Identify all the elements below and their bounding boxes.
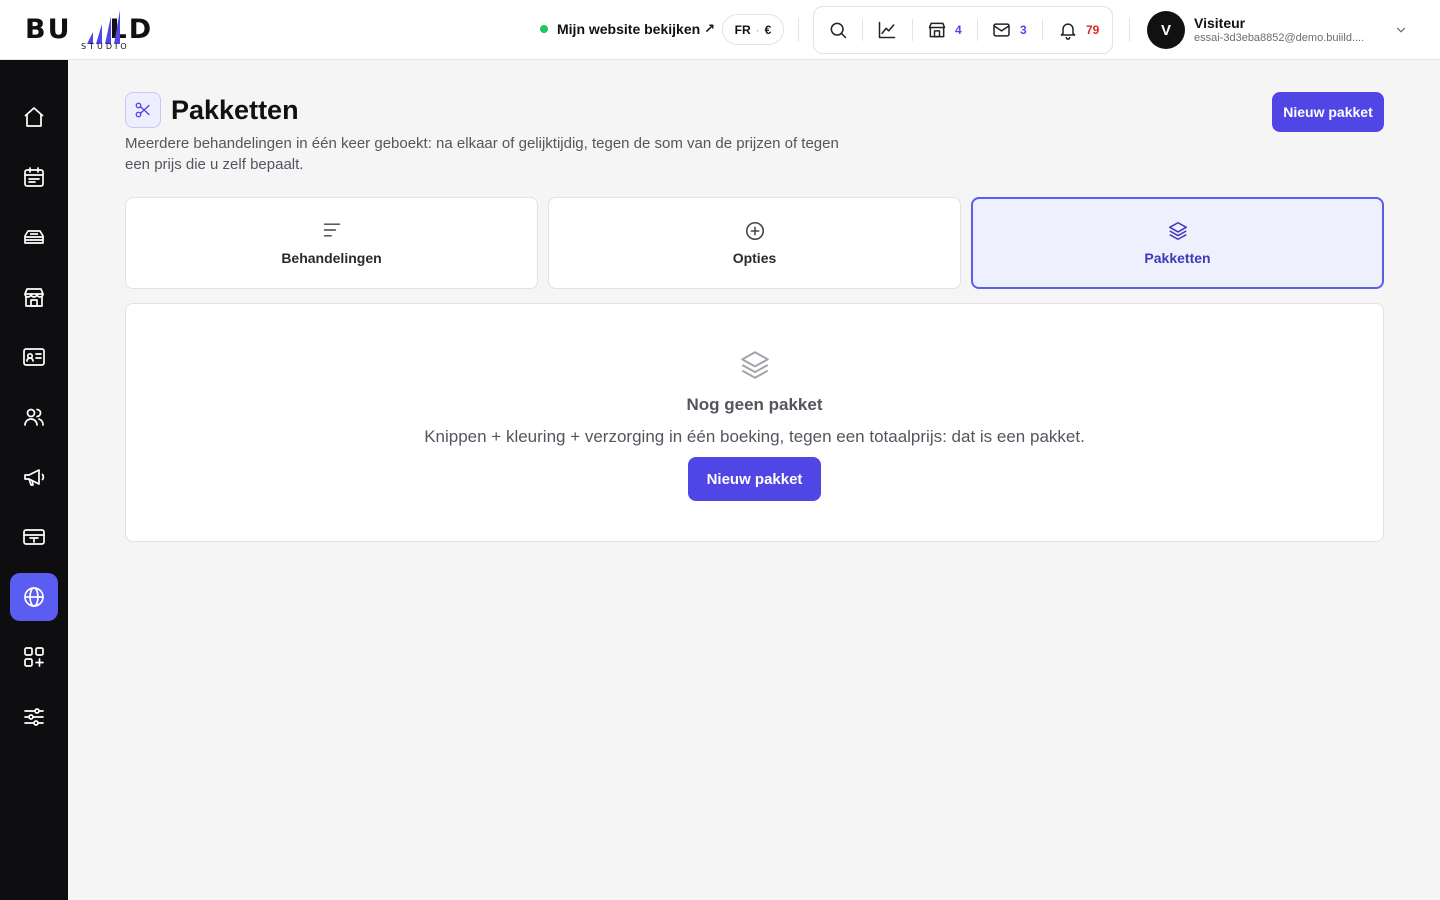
tab-opties[interactable]: Opties	[548, 197, 961, 289]
tab-pakketten[interactable]: Pakketten	[971, 197, 1384, 289]
list-icon	[323, 223, 340, 237]
chevron-down-icon[interactable]	[1394, 23, 1408, 37]
sidebar-item-marketing[interactable]	[10, 453, 58, 501]
notification-count-badge: 79	[1086, 23, 1100, 37]
messages-button[interactable]: 3	[991, 7, 1027, 53]
tab-behandelingen[interactable]: Behandelingen	[125, 197, 538, 289]
divider	[1129, 18, 1130, 42]
new-package-button[interactable]: Nieuw pakket	[1272, 92, 1384, 132]
sidebar-item-calendar[interactable]	[10, 153, 58, 201]
empty-state-text: Knippen + kleuring + verzorging in één b…	[424, 427, 1085, 446]
logo-bars-icon	[87, 10, 120, 44]
sidebar-item-treatments[interactable]	[10, 213, 58, 261]
search-icon	[830, 22, 847, 39]
page-description: Meerdere behandelingen in één keer geboe…	[125, 135, 839, 173]
layers-icon	[741, 351, 769, 379]
view-website-link[interactable]: Mijn website bekijken ↗	[540, 18, 715, 40]
top-bar: BU LD STUDIO Mijn website bekijken ↗ FR ·…	[0, 0, 1440, 60]
globe-icon	[24, 587, 44, 607]
scissors-icon	[125, 92, 161, 128]
sidebar-item-clients[interactable]	[10, 393, 58, 441]
user-name: Visiteur	[1194, 14, 1246, 31]
new-package-empty-button[interactable]: Nieuw pakket	[688, 457, 821, 501]
sidebar-item-settings[interactable]	[10, 693, 58, 741]
search-button[interactable]	[828, 7, 848, 53]
sliders-icon	[24, 708, 44, 726]
payment-terminal-icon	[23, 529, 45, 545]
shop-icon	[24, 288, 44, 307]
sidebar-item-apps[interactable]	[10, 633, 58, 681]
empty-state-title: Nog geen pakket	[686, 395, 823, 414]
sidebar-item-payments[interactable]	[10, 513, 58, 561]
layers-icon	[1168, 221, 1187, 241]
sidebar-item-contacts[interactable]	[10, 333, 58, 381]
site-status-dot	[540, 25, 548, 33]
user-menu[interactable]: V Visiteur essai-3d3eba8852@demo.buiild.…	[1147, 11, 1394, 49]
store-count-badge: 4	[955, 23, 962, 37]
treatments-icon	[24, 230, 44, 244]
stats-button[interactable]	[877, 7, 897, 53]
avatar: V	[1147, 11, 1185, 49]
sidebar	[0, 60, 68, 900]
bell-icon	[1060, 23, 1076, 40]
page-title: Pakketten	[171, 95, 299, 125]
mail-count-badge: 3	[1020, 23, 1027, 37]
empty-state: Nog geen pakket Knippen + kleuring + ver…	[125, 303, 1384, 542]
sidebar-item-home[interactable]	[10, 93, 58, 141]
brand-logo[interactable]: BU LD STUDIO	[25, 8, 185, 52]
store-icon	[928, 22, 946, 38]
plus-circle-icon	[745, 221, 764, 241]
quick-toolbar: 4 3 79	[813, 6, 1113, 54]
user-email: essai-3d3eba8852@demo.buiild....	[1194, 31, 1365, 44]
mail-icon	[993, 23, 1010, 37]
megaphone-icon	[24, 469, 45, 486]
users-icon	[24, 408, 44, 426]
arrow-up-right-icon: ↗	[704, 21, 716, 36]
notifications-button[interactable]: 79	[1058, 7, 1099, 53]
store-button[interactable]: 4	[927, 7, 962, 53]
apps-add-icon	[24, 647, 44, 667]
divider	[798, 18, 799, 42]
home-icon	[24, 107, 44, 127]
chart-icon	[878, 21, 896, 39]
contact-card-icon	[23, 348, 45, 366]
locale-selector[interactable]: FR · €	[722, 14, 784, 45]
sidebar-item-website[interactable]	[10, 573, 58, 621]
calendar-icon	[24, 167, 44, 187]
sidebar-item-shop[interactable]	[10, 273, 58, 321]
